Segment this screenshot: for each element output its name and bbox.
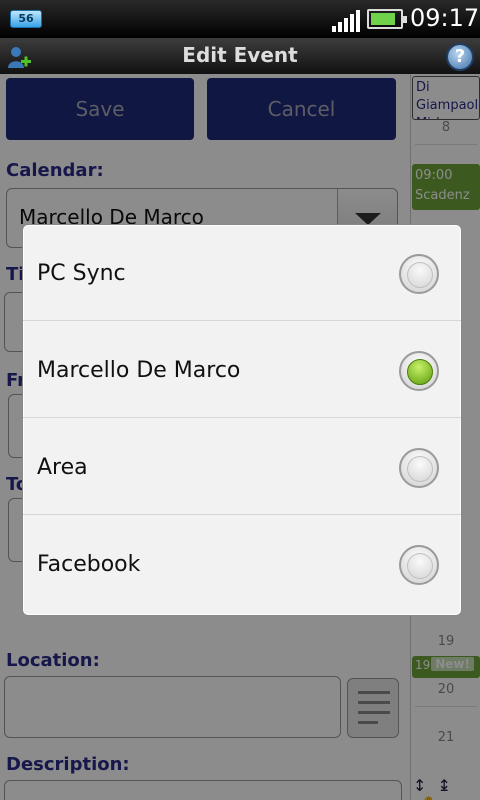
option-facebook[interactable]: Facebook (23, 516, 461, 612)
calendar-picker-dialog: PC Sync Marcello De Marco Area Facebook (22, 224, 462, 616)
notification-badge: 56 (10, 10, 42, 28)
option-label: Marcello De Marco (37, 358, 241, 383)
help-icon[interactable]: ? (446, 43, 474, 71)
option-pc-sync[interactable]: PC Sync (23, 225, 461, 321)
radio-button[interactable] (399, 448, 439, 488)
title-bar: Edit Event ? (0, 38, 480, 74)
battery-icon (367, 9, 407, 29)
status-clock: 09:17 (410, 4, 480, 32)
radio-button[interactable] (399, 254, 439, 294)
status-bar: 56 09:17 (0, 0, 480, 38)
option-label: Area (37, 455, 88, 480)
option-label: PC Sync (37, 261, 126, 286)
page-title: Edit Event (182, 43, 298, 67)
radio-button[interactable] (399, 545, 439, 585)
radio-button-selected[interactable] (399, 351, 439, 391)
option-area[interactable]: Area (23, 419, 461, 515)
signal-icon (332, 10, 362, 32)
option-label: Facebook (37, 552, 141, 577)
option-marcello-de-marco[interactable]: Marcello De Marco (23, 322, 461, 418)
